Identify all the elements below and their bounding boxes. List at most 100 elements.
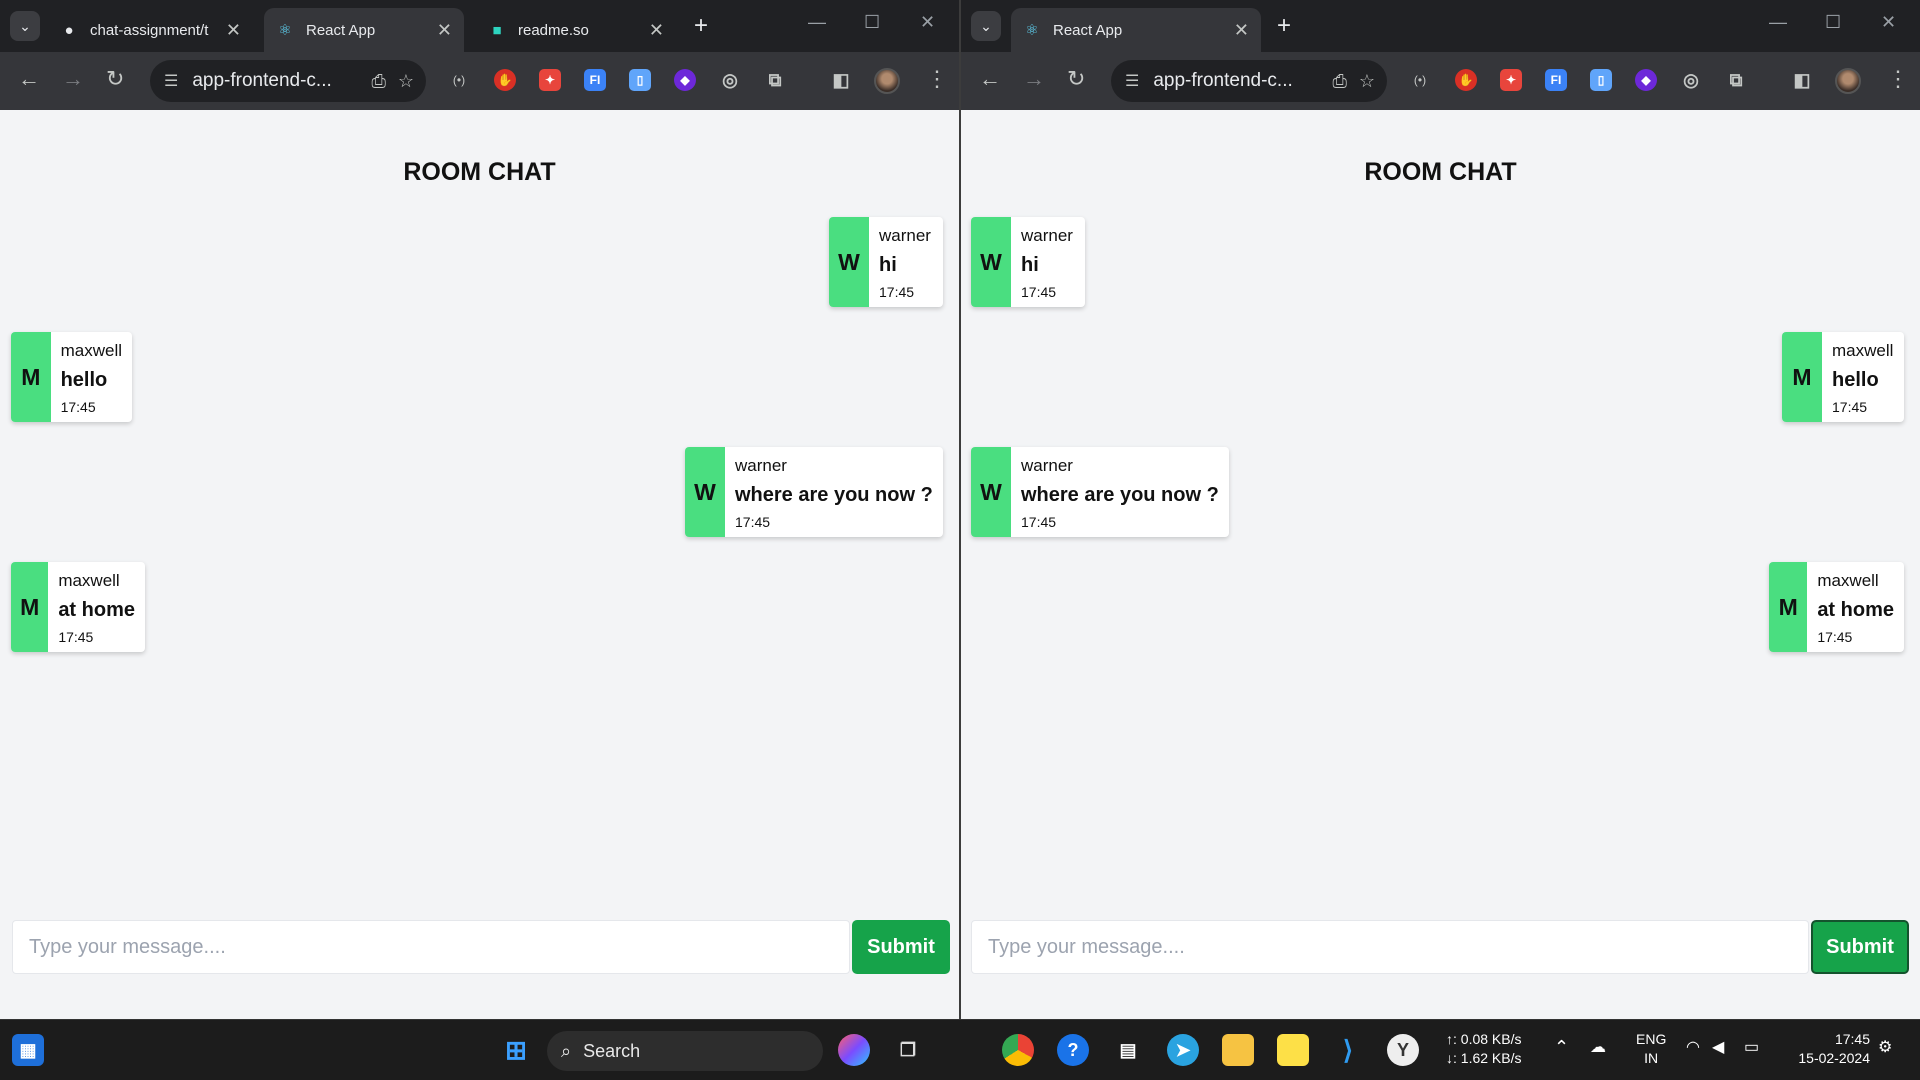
message-input[interactable]: Type your message.... bbox=[971, 920, 1809, 974]
tab-strip: ⌄ ⚛ React App ✕ + — ☐ ✕ bbox=[961, 0, 1920, 52]
message-username: maxwell bbox=[58, 571, 120, 590]
extension-icon[interactable]: (•) bbox=[1409, 69, 1431, 91]
tab-title: React App bbox=[306, 21, 376, 39]
address-bar[interactable]: ☰ app-frontend-c... ⎙ ☆ bbox=[1111, 60, 1387, 102]
microsoft-store-icon[interactable]: ▤ bbox=[1112, 1034, 1144, 1066]
message-input[interactable]: Type your message.... bbox=[12, 920, 850, 974]
back-icon[interactable]: ← bbox=[18, 66, 40, 92]
side-panel-icon[interactable]: ◧ bbox=[1791, 69, 1813, 91]
message-text: where are you now ? bbox=[1021, 484, 1219, 506]
extension-icon[interactable]: ◎ bbox=[1680, 69, 1702, 91]
site-info-icon[interactable]: ☰ bbox=[1125, 71, 1139, 91]
extension-icon[interactable]: ▯ bbox=[629, 69, 651, 91]
volume-icon[interactable]: ◀ bbox=[1712, 1038, 1724, 1057]
adblock-icon[interactable]: ✋ bbox=[1455, 69, 1477, 91]
extension-icon[interactable]: ◆ bbox=[1635, 69, 1657, 91]
clock-time: 17:45 bbox=[1834, 1031, 1870, 1047]
download-speed: ↓: 1.62 KB/s bbox=[1446, 1050, 1522, 1066]
puzzle-icon[interactable]: ⧉ bbox=[764, 69, 786, 91]
message-text: hi bbox=[1021, 254, 1039, 276]
menu-kebab-icon[interactable]: ⋮ bbox=[926, 66, 948, 92]
task-view-icon[interactable]: ❐ bbox=[892, 1034, 924, 1066]
close-tab-icon[interactable]: ✕ bbox=[1234, 20, 1249, 41]
copilot-icon[interactable] bbox=[838, 1034, 870, 1066]
onedrive-icon[interactable]: ☁ bbox=[1590, 1038, 1606, 1057]
message-username: maxwell bbox=[1817, 571, 1879, 590]
extension-icon[interactable]: (•) bbox=[448, 69, 470, 91]
bookmark-star-icon[interactable]: ☆ bbox=[1359, 71, 1375, 92]
tab-react-app[interactable]: ⚛ React App ✕ bbox=[264, 8, 464, 52]
extension-icon[interactable]: ✦ bbox=[539, 69, 561, 91]
extension-icon[interactable]: FI bbox=[584, 69, 606, 91]
adblock-icon[interactable]: ✋ bbox=[494, 69, 516, 91]
message-time: 17:45 bbox=[879, 284, 915, 300]
search-label: Search bbox=[583, 1040, 641, 1061]
chevron-up-icon[interactable]: ⌃ bbox=[1554, 1038, 1569, 1057]
profile-avatar[interactable] bbox=[1835, 68, 1861, 94]
forward-icon[interactable]: → bbox=[62, 66, 84, 92]
maximize-icon[interactable]: ☐ bbox=[1825, 12, 1841, 33]
site-info-icon[interactable]: ☰ bbox=[164, 71, 178, 91]
battery-icon[interactable]: ▭ bbox=[1744, 1038, 1759, 1057]
minimize-icon[interactable]: — bbox=[808, 12, 826, 33]
language-indicator[interactable]: ENG IN bbox=[1636, 1030, 1666, 1068]
room-title: ROOM CHAT bbox=[403, 158, 556, 186]
back-icon[interactable]: ← bbox=[979, 66, 1001, 92]
submit-button[interactable]: Submit bbox=[1811, 920, 1909, 974]
maximize-icon[interactable]: ☐ bbox=[864, 12, 880, 33]
install-app-icon[interactable]: ⎙ bbox=[371, 71, 385, 92]
submit-button[interactable]: Submit bbox=[852, 920, 950, 974]
close-tab-icon[interactable]: ✕ bbox=[226, 20, 241, 41]
address-bar[interactable]: ☰ app-frontend-c... ⎙ ☆ bbox=[150, 60, 426, 102]
wifi-icon[interactable]: ◠ bbox=[1686, 1038, 1700, 1057]
close-tab-icon[interactable]: ✕ bbox=[649, 20, 664, 41]
extension-icon[interactable]: ▯ bbox=[1590, 69, 1612, 91]
menu-kebab-icon[interactable]: ⋮ bbox=[1887, 66, 1909, 92]
chrome-icon[interactable] bbox=[1002, 1034, 1034, 1066]
close-window-icon[interactable]: ✕ bbox=[1881, 12, 1896, 33]
reload-icon[interactable]: ↻ bbox=[1067, 66, 1085, 92]
left-browser-window: ⌄ ● chat-assignment/t ✕ ⚛ React App ✕ ■ … bbox=[0, 0, 959, 1019]
profile-avatar[interactable] bbox=[874, 68, 900, 94]
sticky-notes-icon[interactable] bbox=[1277, 1034, 1309, 1066]
forward-icon[interactable]: → bbox=[1023, 66, 1045, 92]
vscode-icon[interactable]: ⟩ bbox=[1332, 1034, 1364, 1066]
telegram-icon[interactable]: ➤ bbox=[1167, 1034, 1199, 1066]
avatar: W bbox=[971, 217, 1011, 307]
tab-title: React App bbox=[1053, 21, 1123, 39]
notifications-icon[interactable]: ⚙ bbox=[1878, 1038, 1892, 1057]
file-explorer-icon[interactable] bbox=[1222, 1034, 1254, 1066]
tab-chat-assignment[interactable]: ● chat-assignment/t ✕ bbox=[48, 8, 253, 52]
tab-readme[interactable]: ■ readme.so ✕ bbox=[476, 8, 676, 52]
close-window-icon[interactable]: ✕ bbox=[920, 12, 935, 33]
message-text: at home bbox=[1817, 599, 1894, 621]
tab-react-app[interactable]: ⚛ React App ✕ bbox=[1011, 8, 1261, 52]
bookmark-star-icon[interactable]: ☆ bbox=[398, 71, 414, 92]
extension-icon[interactable]: ◎ bbox=[719, 69, 741, 91]
tab-search-dropdown[interactable]: ⌄ bbox=[971, 11, 1001, 41]
tab-search-dropdown[interactable]: ⌄ bbox=[10, 11, 40, 41]
extension-icon[interactable]: ◆ bbox=[674, 69, 696, 91]
help-icon[interactable]: ? bbox=[1057, 1034, 1089, 1066]
clock-app-icon[interactable]: Y bbox=[1387, 1034, 1419, 1066]
avatar: M bbox=[1782, 332, 1822, 422]
extension-icon[interactable]: FI bbox=[1545, 69, 1567, 91]
side-panel-icon[interactable]: ◧ bbox=[830, 69, 852, 91]
new-tab-icon[interactable]: + bbox=[1277, 12, 1291, 40]
upload-speed: ↑: 0.08 KB/s bbox=[1446, 1031, 1522, 1047]
widgets-icon[interactable]: ▦ bbox=[12, 1034, 44, 1066]
close-tab-icon[interactable]: ✕ bbox=[437, 20, 452, 41]
puzzle-icon[interactable]: ⧉ bbox=[1725, 69, 1747, 91]
chat-message: M maxwell hello 17:45 bbox=[1782, 332, 1904, 422]
taskbar-search[interactable]: ⌕ Search bbox=[547, 1031, 823, 1071]
browser-toolbar: ← → ↻ ☰ app-frontend-c... ⎙ ☆ (•) ✋ ✦ FI… bbox=[0, 52, 959, 110]
chat-message: W warner where are you now ? 17:45 bbox=[971, 447, 1229, 537]
install-app-icon[interactable]: ⎙ bbox=[1332, 71, 1346, 92]
extension-icon[interactable]: ✦ bbox=[1500, 69, 1522, 91]
reload-icon[interactable]: ↻ bbox=[106, 66, 124, 92]
clock[interactable]: 17:45 15-02-2024 bbox=[1786, 1030, 1870, 1068]
windows-start-icon[interactable]: ⊞ bbox=[500, 1034, 532, 1066]
minimize-icon[interactable]: — bbox=[1769, 12, 1787, 33]
message-time: 17:45 bbox=[1021, 284, 1057, 300]
new-tab-icon[interactable]: + bbox=[694, 12, 708, 40]
